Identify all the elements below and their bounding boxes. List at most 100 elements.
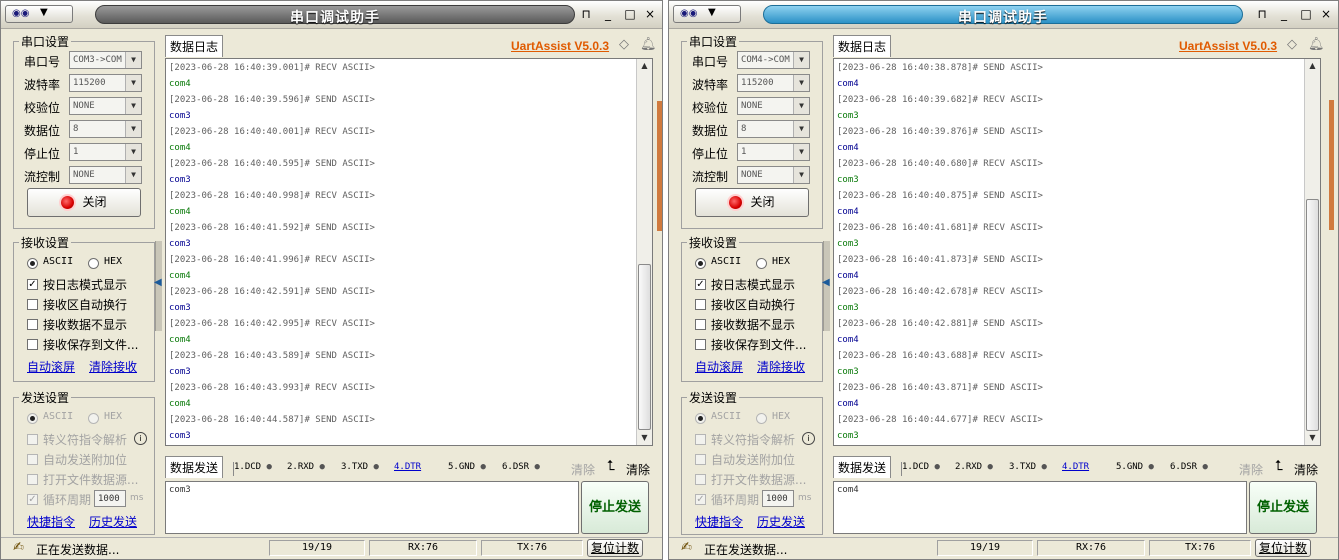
recv-ascii-radio[interactable] bbox=[27, 258, 38, 269]
system-menu-button[interactable]: ◉◉ ▼ bbox=[673, 5, 741, 23]
close-port-button[interactable]: 关闭 bbox=[695, 188, 809, 217]
pin-6-dsr[interactable]: 6.DSR ● bbox=[502, 462, 540, 472]
pin-icon[interactable]: ⊓ bbox=[1252, 5, 1272, 23]
clear-recv-link[interactable]: 清除接收 bbox=[89, 358, 137, 375]
scroll-down-icon[interactable]: ▼ bbox=[637, 431, 652, 445]
minimize-button[interactable]: _ bbox=[1274, 5, 1294, 23]
scroll-thumb[interactable] bbox=[1306, 199, 1319, 431]
system-menu-button[interactable]: ◉◉ ▼ bbox=[5, 5, 73, 23]
clear-button[interactable]: 清除 bbox=[626, 461, 650, 478]
clear-disabled-button[interactable]: 清除 bbox=[571, 461, 595, 478]
pin-1-dcd[interactable]: 1.DCD ● bbox=[234, 462, 272, 472]
recv-ascii-radio[interactable] bbox=[695, 258, 706, 269]
clear-icon[interactable]: ⮤ bbox=[1275, 458, 1283, 474]
tab-log[interactable]: 数据日志 bbox=[833, 35, 892, 57]
pin-3-txd[interactable]: 3.TXD ● bbox=[1009, 462, 1047, 472]
send-input[interactable]: com3 bbox=[165, 481, 579, 534]
auto-wrap-checkbox[interactable] bbox=[695, 299, 706, 310]
bell-icon[interactable]: 🔔︎ bbox=[1308, 37, 1325, 52]
log-viewer[interactable]: [2023-06-28 16:40:39.001]# RECV ASCII> co… bbox=[165, 58, 653, 446]
title-bar[interactable]: ◉◉ ▼ 串口调试助手 ⊓ _ □ × bbox=[1, 1, 662, 29]
open-file-checkbox[interactable] bbox=[695, 474, 706, 485]
title-bar[interactable]: ◉◉ ▼ 串口调试助手 ⊓ _ □ × bbox=[669, 1, 1338, 29]
flow-select[interactable]: NONE ▼ bbox=[69, 166, 142, 184]
recv-hex-radio[interactable] bbox=[88, 258, 99, 269]
info-icon[interactable]: i bbox=[134, 432, 147, 445]
clear-button[interactable]: 清除 bbox=[1294, 461, 1318, 478]
auto-scroll-link[interactable]: 自动滚屏 bbox=[27, 358, 75, 375]
cycle-input[interactable]: 1000 bbox=[762, 490, 794, 507]
recv-hex-radio[interactable] bbox=[756, 258, 767, 269]
pin-1-dcd[interactable]: 1.DCD ● bbox=[902, 462, 940, 472]
clear-disabled-button[interactable]: 清除 bbox=[1239, 461, 1263, 478]
log-scrollbar[interactable]: ▲ ▼ bbox=[636, 59, 652, 445]
pin-3-txd[interactable]: 3.TXD ● bbox=[341, 462, 379, 472]
bell-icon[interactable]: 🔔︎ bbox=[640, 37, 657, 52]
open-file-checkbox[interactable] bbox=[27, 474, 38, 485]
save-file-checkbox[interactable] bbox=[27, 339, 38, 350]
pin-2-rxd[interactable]: 2.RXD ● bbox=[955, 462, 993, 472]
history-link[interactable]: 历史发送 bbox=[757, 513, 805, 530]
scroll-up-icon[interactable]: ▲ bbox=[637, 59, 652, 73]
hide-data-checkbox[interactable] bbox=[27, 319, 38, 330]
hide-data-checkbox[interactable] bbox=[695, 319, 706, 330]
send-input[interactable]: com4 bbox=[833, 481, 1247, 534]
parity-select[interactable]: NONE ▼ bbox=[69, 97, 142, 115]
baud-select[interactable]: 115200 ▼ bbox=[737, 74, 810, 92]
cycle-checkbox[interactable]: ✓ bbox=[695, 494, 706, 505]
brand-link[interactable]: UartAssist V5.0.3 bbox=[1179, 39, 1277, 53]
port-select[interactable]: COM3->COM ▼ bbox=[69, 51, 142, 69]
pin-4-dtr[interactable]: 4.DTR bbox=[394, 462, 421, 472]
close-button[interactable]: × bbox=[640, 5, 660, 23]
append-checkbox[interactable] bbox=[27, 454, 38, 465]
log-viewer[interactable]: [2023-06-28 16:40:38.878]# SEND ASCII> co… bbox=[833, 58, 1321, 446]
pin-5-gnd[interactable]: 5.GND ● bbox=[1116, 462, 1154, 472]
tab-send[interactable]: 数据发送 bbox=[833, 456, 892, 478]
stop-send-button[interactable]: 停止发送 bbox=[581, 481, 649, 534]
auto-wrap-checkbox[interactable] bbox=[27, 299, 38, 310]
diamond-icon[interactable]: ◇ bbox=[1287, 37, 1297, 52]
escape-checkbox[interactable] bbox=[695, 434, 706, 445]
chevron-left-icon[interactable]: ◀ bbox=[822, 277, 830, 288]
log-mode-checkbox[interactable]: ✓ bbox=[27, 279, 38, 290]
stopbits-select[interactable]: 1 ▼ bbox=[69, 143, 142, 161]
reset-count-button[interactable]: 复位计数 bbox=[587, 539, 643, 557]
scroll-thumb[interactable] bbox=[638, 264, 651, 430]
cycle-checkbox[interactable]: ✓ bbox=[27, 494, 38, 505]
escape-checkbox[interactable] bbox=[27, 434, 38, 445]
diamond-icon[interactable]: ◇ bbox=[619, 37, 629, 52]
brand-link[interactable]: UartAssist V5.0.3 bbox=[511, 39, 609, 53]
log-scrollbar[interactable]: ▲ ▼ bbox=[1304, 59, 1320, 445]
port-select[interactable]: COM4->COM ▼ bbox=[737, 51, 810, 69]
pin-icon[interactable]: ⊓ bbox=[576, 5, 596, 23]
send-ascii-radio[interactable] bbox=[27, 413, 38, 424]
clear-recv-link[interactable]: 清除接收 bbox=[757, 358, 805, 375]
history-link[interactable]: 历史发送 bbox=[89, 513, 137, 530]
pin-6-dsr[interactable]: 6.DSR ● bbox=[1170, 462, 1208, 472]
databits-select[interactable]: 8 ▼ bbox=[69, 120, 142, 138]
flow-select[interactable]: NONE ▼ bbox=[737, 166, 810, 184]
pin-5-gnd[interactable]: 5.GND ● bbox=[448, 462, 486, 472]
send-ascii-radio[interactable] bbox=[695, 413, 706, 424]
close-port-button[interactable]: 关闭 bbox=[27, 188, 141, 217]
stopbits-select[interactable]: 1 ▼ bbox=[737, 143, 810, 161]
quick-cmd-link[interactable]: 快捷指令 bbox=[27, 513, 75, 530]
clear-icon[interactable]: ⮤ bbox=[607, 458, 615, 474]
log-mode-checkbox[interactable]: ✓ bbox=[695, 279, 706, 290]
append-checkbox[interactable] bbox=[695, 454, 706, 465]
reset-count-button[interactable]: 复位计数 bbox=[1255, 539, 1311, 557]
close-button[interactable]: × bbox=[1316, 5, 1336, 23]
tab-log[interactable]: 数据日志 bbox=[165, 35, 224, 57]
chevron-left-icon[interactable]: ◀ bbox=[154, 277, 162, 288]
info-icon[interactable]: i bbox=[802, 432, 815, 445]
minimize-button[interactable]: _ bbox=[598, 5, 618, 23]
scroll-down-icon[interactable]: ▼ bbox=[1305, 431, 1320, 445]
cycle-input[interactable]: 1000 bbox=[94, 490, 126, 507]
quick-cmd-link[interactable]: 快捷指令 bbox=[695, 513, 743, 530]
baud-select[interactable]: 115200 ▼ bbox=[69, 74, 142, 92]
maximize-button[interactable]: □ bbox=[1296, 5, 1316, 23]
send-hex-radio[interactable] bbox=[756, 413, 767, 424]
scroll-up-icon[interactable]: ▲ bbox=[1305, 59, 1320, 73]
parity-select[interactable]: NONE ▼ bbox=[737, 97, 810, 115]
databits-select[interactable]: 8 ▼ bbox=[737, 120, 810, 138]
